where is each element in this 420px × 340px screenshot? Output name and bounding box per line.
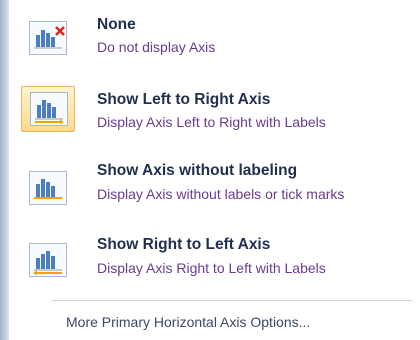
- axis-none-icon: [21, 16, 75, 62]
- menu-item-left-to-right[interactable]: Show Left to Right Axis Display Axis Lef…: [9, 82, 420, 144]
- axis-no-labels-icon: [21, 166, 75, 212]
- axis-options-menu: None Do not display Axis Show Left to Ri…: [0, 0, 420, 340]
- menu-separator: [52, 300, 412, 301]
- more-axis-options-link[interactable]: More Primary Horizontal Axis Options...: [66, 314, 310, 330]
- axis-left-to-right-icon: [21, 86, 75, 132]
- axis-right-to-left-icon: [21, 238, 75, 284]
- menu-item-description: Display Axis without labels or tick mark…: [97, 186, 345, 202]
- menu-item-no-labeling[interactable]: Show Axis without labeling Display Axis …: [9, 154, 420, 230]
- menu-item-description: Display Axis Right to Left with Labels: [97, 260, 326, 276]
- menu-item-title: Show Axis without labeling: [97, 162, 298, 179]
- menu-left-edge: [0, 0, 9, 340]
- menu-item-none[interactable]: None Do not display Axis: [9, 8, 420, 70]
- menu-item-title: Show Right to Left Axis: [97, 236, 271, 253]
- menu-item-title: None: [97, 16, 136, 33]
- menu-item-description: Do not display Axis: [97, 39, 216, 55]
- menu-item-right-to-left[interactable]: Show Right to Left Axis Display Axis Rig…: [9, 230, 420, 292]
- menu-item-description: Display Axis Left to Right with Labels: [97, 114, 326, 130]
- menu-item-title: Show Left to Right Axis: [97, 91, 271, 108]
